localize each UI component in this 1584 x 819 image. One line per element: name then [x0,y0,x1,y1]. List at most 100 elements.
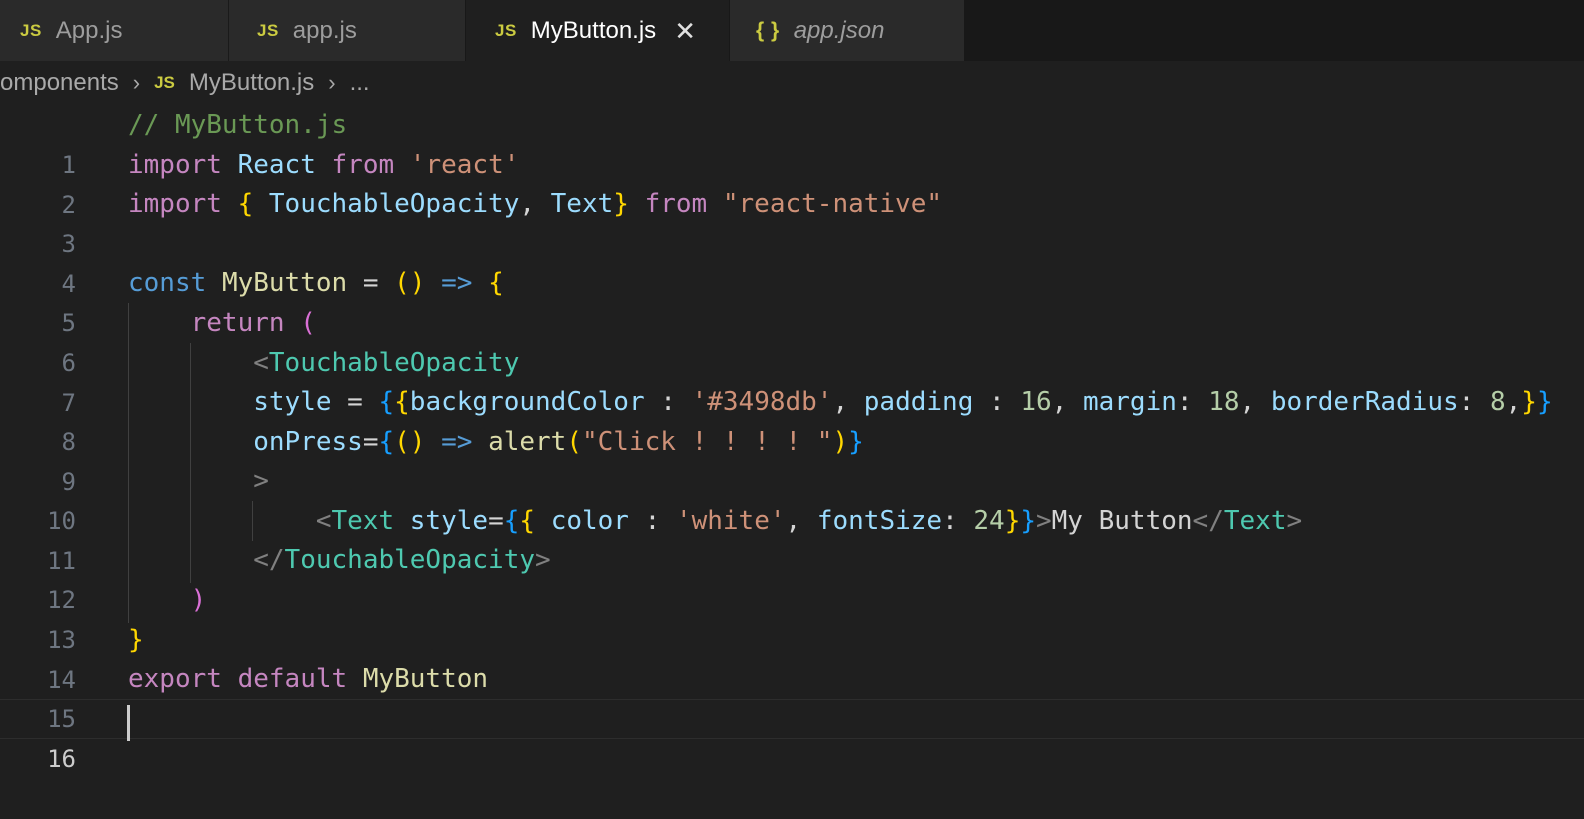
code-token: { [378,387,395,417]
code-comment: // MyButton.js [128,110,348,140]
code-line: 15 export default MyButton [0,659,1584,733]
code-token: 18 [1208,387,1240,417]
code-token: : [989,387,1005,417]
code-token: TouchableOpacity [284,545,535,575]
breadcrumb: components › JS MyButton.js › ... [0,61,1584,105]
code-token: Text [331,506,395,536]
code-token: 'white' [675,506,786,536]
breadcrumb-folder[interactable]: components [0,69,119,97]
code-token: const [128,268,207,298]
code-token: ( [566,427,582,457]
code-token: '#3498db' [691,387,833,417]
code-line: 13 ) [0,580,1584,654]
code-token: default [237,664,348,694]
code-token: } [1004,506,1021,536]
code-token: => [441,268,473,298]
code-token: color [550,506,629,536]
code-token: MyButton [362,664,489,694]
code-token: TouchableOpacity [268,348,520,378]
line-number: 16 [47,745,76,773]
tab-label: app.js [292,16,357,44]
code-token: 16 [1020,387,1052,417]
code-token: style [409,506,489,536]
code-token: return [190,308,285,338]
code-token: => [441,427,473,457]
code-line: 16 [0,699,1584,773]
code-token: , [1239,387,1256,417]
code-token: padding [863,387,974,417]
code-token: Text [550,189,614,219]
code-token: 8 [1489,387,1506,417]
code-token: = [488,506,504,536]
breadcrumb-file[interactable]: MyButton.js [189,69,314,97]
text-caret [127,705,130,741]
code-token: () [394,268,426,298]
code-token: } [1521,387,1537,417]
code-token: : [942,506,958,536]
code-token: } [1536,387,1553,417]
tab-mybutton-js[interactable]: JS MyButton.js ✕ [466,0,729,61]
code-line: 4 [0,224,1584,298]
code-line: 10 > [0,461,1584,535]
code-token: ) [190,585,207,615]
code-token: , [519,189,535,219]
breadcrumb-more[interactable]: ... [350,69,370,97]
json-file-icon: { } [756,18,780,42]
code-token: , [785,506,802,536]
code-token: , [832,387,849,417]
code-token: = [347,387,363,417]
code-token: 24 [973,506,1005,536]
code-token: > [1286,506,1303,536]
tab-label: MyButton.js [530,16,657,44]
code-token: , [1505,387,1522,417]
code-token: 'react' [409,150,520,180]
js-file-icon: JS [257,20,279,40]
code-token: onPress [253,427,363,457]
code-line: 7 <TouchableOpacity [0,343,1584,417]
code-token: } [128,625,144,655]
chevron-right-icon: › [132,70,141,95]
code-token: </ [1192,506,1224,536]
code-token: Text [1223,506,1287,536]
code-token: > [535,545,551,575]
code-editor[interactable]: 1 // MyButton.js 2 import React from 're… [0,105,1584,773]
tab-app-js-upper[interactable]: JS App.js [0,0,228,61]
code-token: fontSize [816,506,943,536]
code-token: React [237,150,316,180]
code-token: } [613,189,629,219]
code-token: from [644,189,708,219]
code-token: } [1020,506,1036,536]
tab-app-json[interactable]: { } app.json [730,0,964,61]
close-icon[interactable]: ✕ [674,18,696,44]
code-token: { [488,268,504,298]
code-line: 9 onPress={() => alert("Click ! ! ! ! ")… [0,422,1584,496]
code-token: { [394,387,410,417]
js-file-icon: JS [495,20,517,40]
code-line: 5 const MyButton = () => { [0,263,1584,337]
js-file-icon: JS [154,73,175,92]
code-token: , [1051,387,1068,417]
code-token: { [237,189,254,219]
code-token: ( [300,308,316,338]
code-token: style [253,387,332,417]
code-token: import [128,150,222,180]
tab-bar: JS App.js JS app.js JS MyButton.js ✕ { }… [0,0,1584,61]
code-token: () [394,427,426,457]
code-token: : [644,506,661,536]
tab-label: app.json [793,16,885,44]
tab-label: App.js [55,16,123,44]
tab-app-js-lower[interactable]: JS app.js [229,0,465,61]
code-token: < [253,348,269,378]
code-line: 12 </TouchableOpacity> [0,540,1584,614]
code-token: borderRadius [1270,387,1459,417]
js-file-icon: JS [20,20,42,40]
code-line: 14 } [0,620,1584,694]
code-token: { [378,427,395,457]
code-token: < [315,506,332,536]
code-token: backgroundColor [409,387,645,417]
chevron-right-icon: › [328,70,336,95]
code-line: 1 // MyButton.js [0,105,1584,179]
code-token: : [660,387,676,417]
code-token: = [362,268,379,298]
code-token: ) [832,427,849,457]
